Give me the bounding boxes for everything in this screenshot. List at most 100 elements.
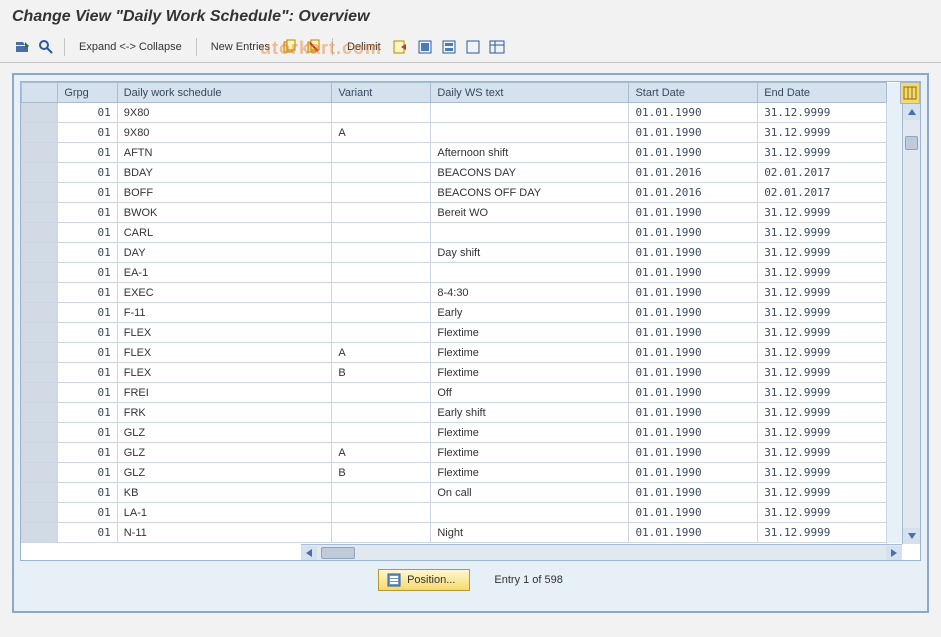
cell-grpg[interactable]: 01	[58, 423, 117, 443]
cell-text[interactable]	[431, 503, 629, 523]
cell-end[interactable]: 31.12.9999	[758, 383, 887, 403]
hscroll-thumb[interactable]	[321, 547, 355, 559]
cell-dws[interactable]: EXEC	[117, 283, 332, 303]
cell-grpg[interactable]: 01	[58, 223, 117, 243]
cell-variant[interactable]	[332, 243, 431, 263]
cell-end[interactable]: 31.12.9999	[758, 103, 887, 123]
cell-text[interactable]: BEACONS OFF DAY	[431, 183, 629, 203]
undo-change-icon[interactable]	[391, 38, 411, 56]
select-block-icon[interactable]	[439, 38, 459, 56]
cell-dws[interactable]: LA-1	[117, 503, 332, 523]
cell-text[interactable]: Flextime	[431, 363, 629, 383]
cell-start[interactable]: 01.01.1990	[629, 103, 758, 123]
row-selector[interactable]	[22, 243, 58, 263]
cell-variant[interactable]: A	[332, 343, 431, 363]
cell-dws[interactable]: GLZ	[117, 443, 332, 463]
cell-dws[interactable]: N-11	[117, 523, 332, 543]
row-selector[interactable]	[22, 123, 58, 143]
position-button[interactable]: Position...	[378, 569, 470, 591]
cell-dws[interactable]: GLZ	[117, 423, 332, 443]
cell-start[interactable]: 01.01.1990	[629, 203, 758, 223]
cell-text[interactable]: Flextime	[431, 443, 629, 463]
scroll-up-icon[interactable]	[903, 104, 920, 120]
row-selector[interactable]	[22, 523, 58, 543]
cell-text[interactable]: Bereit WO	[431, 203, 629, 223]
cell-start[interactable]: 01.01.1990	[629, 303, 758, 323]
row-selector[interactable]	[22, 223, 58, 243]
row-selector[interactable]	[22, 283, 58, 303]
cell-start[interactable]: 01.01.1990	[629, 143, 758, 163]
cell-end[interactable]: 31.12.9999	[758, 343, 887, 363]
configure-columns-icon[interactable]	[900, 82, 920, 104]
cell-start[interactable]: 01.01.1990	[629, 363, 758, 383]
table-row[interactable]: 019X80A01.01.199031.12.9999	[22, 123, 920, 143]
cell-start[interactable]: 01.01.1990	[629, 443, 758, 463]
scroll-right-icon[interactable]	[886, 546, 902, 560]
other-view-icon[interactable]	[12, 38, 32, 56]
cell-dws[interactable]: F-11	[117, 303, 332, 323]
cell-variant[interactable]: A	[332, 443, 431, 463]
table-row[interactable]: 01BOFFBEACONS OFF DAY01.01.201602.01.201…	[22, 183, 920, 203]
cell-grpg[interactable]: 01	[58, 503, 117, 523]
expand-collapse-button[interactable]: Expand <-> Collapse	[73, 38, 188, 56]
cell-variant[interactable]	[332, 423, 431, 443]
cell-text[interactable]: Off	[431, 383, 629, 403]
cell-grpg[interactable]: 01	[58, 263, 117, 283]
cell-end[interactable]: 31.12.9999	[758, 523, 887, 543]
cell-end[interactable]: 31.12.9999	[758, 423, 887, 443]
cell-start[interactable]: 01.01.1990	[629, 523, 758, 543]
cell-dws[interactable]: BWOK	[117, 203, 332, 223]
cell-grpg[interactable]: 01	[58, 403, 117, 423]
cell-dws[interactable]: 9X80	[117, 103, 332, 123]
cell-end[interactable]: 31.12.9999	[758, 443, 887, 463]
row-selector[interactable]	[22, 163, 58, 183]
cell-variant[interactable]: A	[332, 123, 431, 143]
cell-dws[interactable]: AFTN	[117, 143, 332, 163]
cell-dws[interactable]: BDAY	[117, 163, 332, 183]
horizontal-scrollbar[interactable]	[301, 544, 902, 560]
table-row[interactable]: 01FREIOff01.01.199031.12.9999	[22, 383, 920, 403]
cell-end[interactable]: 31.12.9999	[758, 283, 887, 303]
cell-grpg[interactable]: 01	[58, 343, 117, 363]
select-all-icon[interactable]	[415, 38, 435, 56]
cell-grpg[interactable]: 01	[58, 243, 117, 263]
col-grpg[interactable]: Grpg	[58, 83, 117, 103]
copy-icon[interactable]	[280, 38, 300, 56]
cell-start[interactable]: 01.01.1990	[629, 483, 758, 503]
table-row[interactable]: 01LA-101.01.199031.12.9999	[22, 503, 920, 523]
cell-end[interactable]: 31.12.9999	[758, 263, 887, 283]
table-row[interactable]: 01GLZFlextime01.01.199031.12.9999	[22, 423, 920, 443]
cell-grpg[interactable]: 01	[58, 523, 117, 543]
row-selector[interactable]	[22, 383, 58, 403]
cell-end[interactable]: 31.12.9999	[758, 363, 887, 383]
table-row[interactable]: 01GLZAFlextime01.01.199031.12.9999	[22, 443, 920, 463]
cell-variant[interactable]: B	[332, 463, 431, 483]
cell-end[interactable]: 31.12.9999	[758, 323, 887, 343]
cell-grpg[interactable]: 01	[58, 123, 117, 143]
row-selector[interactable]	[22, 323, 58, 343]
cell-text[interactable]	[431, 103, 629, 123]
cell-grpg[interactable]: 01	[58, 283, 117, 303]
scroll-thumb[interactable]	[905, 136, 918, 150]
cell-start[interactable]: 01.01.1990	[629, 243, 758, 263]
cell-variant[interactable]: B	[332, 363, 431, 383]
row-selector[interactable]	[22, 443, 58, 463]
cell-dws[interactable]: EA-1	[117, 263, 332, 283]
cell-end[interactable]: 31.12.9999	[758, 483, 887, 503]
cell-variant[interactable]	[332, 143, 431, 163]
cell-start[interactable]: 01.01.1990	[629, 503, 758, 523]
cell-start[interactable]: 01.01.1990	[629, 343, 758, 363]
row-selector[interactable]	[22, 303, 58, 323]
cell-start[interactable]: 01.01.1990	[629, 223, 758, 243]
cell-grpg[interactable]: 01	[58, 143, 117, 163]
col-selector[interactable]	[22, 83, 58, 103]
cell-dws[interactable]: GLZ	[117, 463, 332, 483]
cell-grpg[interactable]: 01	[58, 203, 117, 223]
delete-icon[interactable]	[304, 38, 324, 56]
table-row[interactable]: 019X8001.01.199031.12.9999	[22, 103, 920, 123]
cell-dws[interactable]: CARL	[117, 223, 332, 243]
cell-text[interactable]: Flextime	[431, 323, 629, 343]
cell-start[interactable]: 01.01.1990	[629, 263, 758, 283]
col-start[interactable]: Start Date	[629, 83, 758, 103]
cell-start[interactable]: 01.01.1990	[629, 463, 758, 483]
